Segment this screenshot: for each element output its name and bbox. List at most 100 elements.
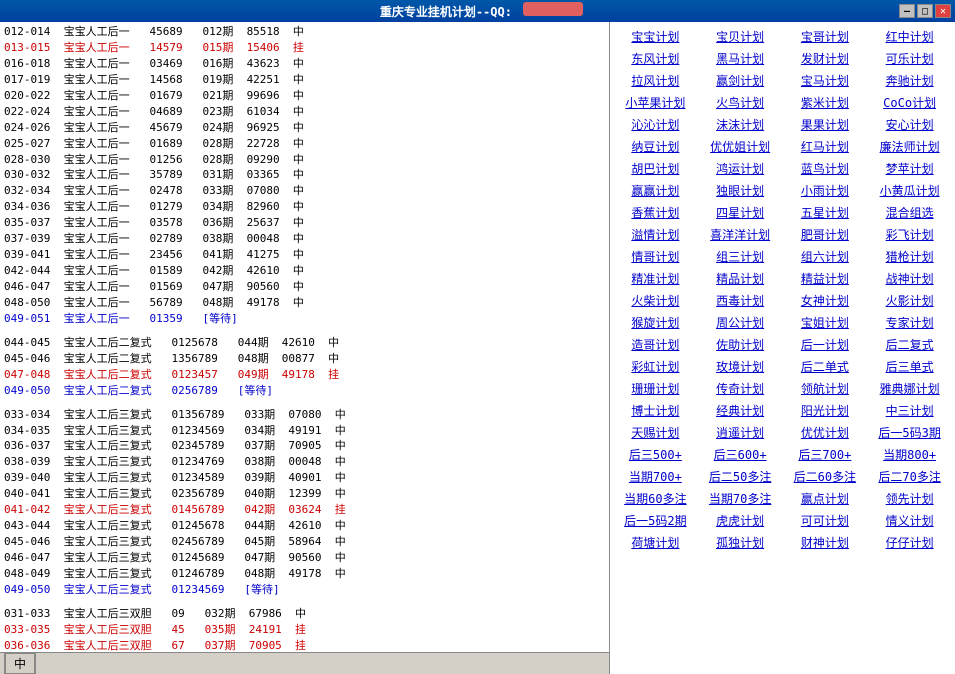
plan-link[interactable]: 逍遥计划	[699, 422, 782, 443]
plan-link[interactable]: 后三700+	[784, 444, 867, 465]
plan-link[interactable]: 宝姐计划	[784, 312, 867, 333]
plan-link[interactable]: 可乐计划	[868, 48, 951, 69]
plan-link[interactable]: 四星计划	[699, 202, 782, 223]
plan-link[interactable]: 廉法师计划	[868, 136, 951, 157]
plan-link[interactable]: 纳豆计划	[614, 136, 697, 157]
plan-link[interactable]: 小雨计划	[784, 180, 867, 201]
plan-link[interactable]: 肥哥计划	[784, 224, 867, 245]
plan-link[interactable]: 红马计划	[784, 136, 867, 157]
plan-link[interactable]: 宝宝计划	[614, 26, 697, 47]
plan-link[interactable]: 独眼计划	[699, 180, 782, 201]
plan-link[interactable]: 可可计划	[784, 510, 867, 531]
plan-link[interactable]: 经典计划	[699, 400, 782, 421]
plan-link[interactable]: 梦苹计划	[868, 158, 951, 179]
plan-link[interactable]: 中三计划	[868, 400, 951, 421]
plan-link[interactable]: 玫境计划	[699, 356, 782, 377]
plan-link[interactable]: 小苹果计划	[614, 92, 697, 113]
plan-link[interactable]: 紫米计划	[784, 92, 867, 113]
plan-link[interactable]: 火影计划	[868, 290, 951, 311]
plan-link[interactable]: 专家计划	[868, 312, 951, 333]
plan-link[interactable]: 战神计划	[868, 268, 951, 289]
plan-link[interactable]: 当期700+	[614, 466, 697, 487]
plan-link[interactable]: 造哥计划	[614, 334, 697, 355]
plan-link[interactable]: 五星计划	[784, 202, 867, 223]
plan-link[interactable]: 香蕉计划	[614, 202, 697, 223]
plan-link[interactable]: 西毒计划	[699, 290, 782, 311]
plan-link[interactable]: 蓝鸟计划	[784, 158, 867, 179]
plan-link[interactable]: 赢点计划	[784, 488, 867, 509]
close-button[interactable]: ✕	[935, 4, 951, 18]
plan-link[interactable]: 后三600+	[699, 444, 782, 465]
plan-link[interactable]: 情哥计划	[614, 246, 697, 267]
plan-link[interactable]: 天赐计划	[614, 422, 697, 443]
plan-link[interactable]: 小黄瓜计划	[868, 180, 951, 201]
plan-link[interactable]: 猴旋计划	[614, 312, 697, 333]
plan-link[interactable]: 后一5码3期	[868, 422, 951, 443]
plan-link[interactable]: 后二单式	[784, 356, 867, 377]
plan-link[interactable]: 雅典娜计划	[868, 378, 951, 399]
plan-link[interactable]: 精准计划	[614, 268, 697, 289]
plan-link[interactable]: 优优计划	[784, 422, 867, 443]
maximize-button[interactable]: □	[917, 4, 933, 18]
plan-link[interactable]: 鸿运计划	[699, 158, 782, 179]
plan-link[interactable]: 彩飞计划	[868, 224, 951, 245]
plan-link[interactable]: 女神计划	[784, 290, 867, 311]
plan-link[interactable]: 优优姐计划	[699, 136, 782, 157]
plan-link[interactable]: 发财计划	[784, 48, 867, 69]
plan-link[interactable]: 后一5码2期	[614, 510, 697, 531]
plan-link[interactable]: 沫沫计划	[699, 114, 782, 135]
plan-link[interactable]: 后二50多注	[699, 466, 782, 487]
plan-link[interactable]: 黑马计划	[699, 48, 782, 69]
plan-link[interactable]: 孤独计划	[699, 532, 782, 553]
plan-link[interactable]: 安心计划	[868, 114, 951, 135]
plan-link[interactable]: 佐助计划	[699, 334, 782, 355]
plan-link[interactable]: 彩虹计划	[614, 356, 697, 377]
status-button[interactable]: 中	[4, 652, 36, 674]
plan-link[interactable]: 当期800+	[868, 444, 951, 465]
plan-link[interactable]: 领航计划	[784, 378, 867, 399]
plan-link[interactable]: 组六计划	[784, 246, 867, 267]
plan-link[interactable]: 财神计划	[784, 532, 867, 553]
plan-link[interactable]: 荷塘计划	[614, 532, 697, 553]
plan-link[interactable]: 火鸟计划	[699, 92, 782, 113]
plan-link[interactable]: 传奇计划	[699, 378, 782, 399]
plan-link[interactable]: 混合组选	[868, 202, 951, 223]
plan-link[interactable]: 果果计划	[784, 114, 867, 135]
plan-link[interactable]: 拉风计划	[614, 70, 697, 91]
plan-link[interactable]: 珊珊计划	[614, 378, 697, 399]
plan-link[interactable]: 奔驰计划	[868, 70, 951, 91]
plan-link[interactable]: 溢情计划	[614, 224, 697, 245]
minimize-button[interactable]: —	[899, 4, 915, 18]
plan-link[interactable]: 沁沁计划	[614, 114, 697, 135]
plan-link[interactable]: 喜洋洋计划	[699, 224, 782, 245]
plan-link[interactable]: 火柴计划	[614, 290, 697, 311]
plan-link[interactable]: 精品计划	[699, 268, 782, 289]
plan-link[interactable]: 周公计划	[699, 312, 782, 333]
plan-link[interactable]: 后二60多注	[784, 466, 867, 487]
plan-link[interactable]: CoCo计划	[868, 92, 951, 113]
plan-link[interactable]: 精益计划	[784, 268, 867, 289]
plan-link[interactable]: 宝贝计划	[699, 26, 782, 47]
plan-link[interactable]: 后二70多注	[868, 466, 951, 487]
plan-link[interactable]: 后一计划	[784, 334, 867, 355]
plan-link[interactable]: 博士计划	[614, 400, 697, 421]
plan-link[interactable]: 东风计划	[614, 48, 697, 69]
plan-link[interactable]: 赢赢计划	[614, 180, 697, 201]
text-list[interactable]: 012-014 宝宝人工后一 45689 012期 85518 中013-015…	[0, 22, 609, 674]
plan-link[interactable]: 猎枪计划	[868, 246, 951, 267]
plan-link[interactable]: 仔仔计划	[868, 532, 951, 553]
plan-link[interactable]: 后二复式	[868, 334, 951, 355]
plan-link[interactable]: 虎虎计划	[699, 510, 782, 531]
plan-link[interactable]: 情义计划	[868, 510, 951, 531]
plan-link[interactable]: 宝哥计划	[784, 26, 867, 47]
plan-link[interactable]: 当期70多注	[699, 488, 782, 509]
plan-link[interactable]: 后三单式	[868, 356, 951, 377]
plan-link[interactable]: 阳光计划	[784, 400, 867, 421]
plan-link[interactable]: 胡巴计划	[614, 158, 697, 179]
plan-link[interactable]: 当期60多注	[614, 488, 697, 509]
plan-link[interactable]: 后三500+	[614, 444, 697, 465]
plan-link[interactable]: 领先计划	[868, 488, 951, 509]
plan-link[interactable]: 红中计划	[868, 26, 951, 47]
plan-link[interactable]: 赢剑计划	[699, 70, 782, 91]
plan-link[interactable]: 宝马计划	[784, 70, 867, 91]
